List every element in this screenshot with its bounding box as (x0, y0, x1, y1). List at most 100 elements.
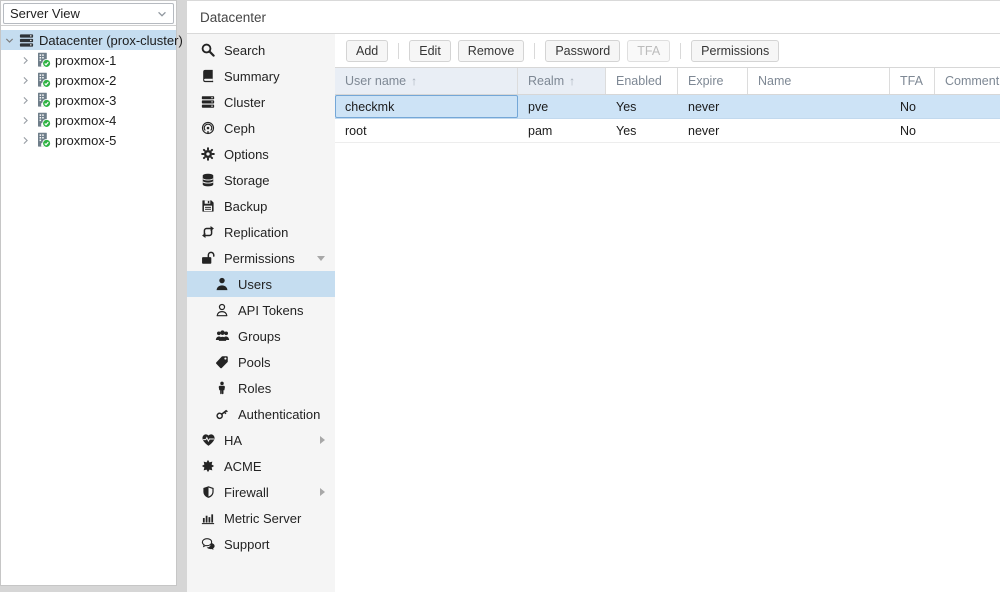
tree-label-node: proxmox-4 (55, 113, 116, 128)
nav-item-metric-server[interactable]: Metric Server (187, 505, 335, 531)
column-header-user-name[interactable]: User name ↑ (335, 68, 518, 94)
nav-item-search[interactable]: Search (187, 37, 335, 63)
panel-splitter[interactable] (177, 0, 187, 592)
add-button[interactable]: Add (346, 40, 388, 62)
node-building-online-icon (34, 92, 51, 108)
sort-asc-icon: ↑ (411, 74, 417, 88)
column-header-comment[interactable]: Comment (935, 68, 1000, 94)
nav-item-ceph[interactable]: Ceph (187, 115, 335, 141)
nav-label: ACME (224, 459, 262, 474)
users-toolbar: Add Edit Remove Password TFA Permissions (335, 34, 1000, 67)
password-button[interactable]: Password (545, 40, 620, 62)
tree-label-datacenter: Datacenter (prox-cluster) (39, 33, 183, 48)
cell-enabled: Yes (606, 119, 678, 142)
chevron-right-icon[interactable] (17, 55, 34, 66)
nav-label: HA (224, 433, 242, 448)
cell-tfa: No (890, 119, 935, 142)
search-icon (200, 42, 216, 58)
cell-comment (935, 119, 1000, 142)
nav-item-api-tokens[interactable]: API Tokens (187, 297, 335, 323)
column-header-realm[interactable]: Realm ↑ (518, 68, 606, 94)
floppy-disk-icon (200, 198, 216, 214)
users-table: User name ↑ Realm ↑ Enabled Expire Name (335, 67, 1000, 592)
nav-label: Options (224, 147, 269, 162)
tree-label-node: proxmox-1 (55, 53, 116, 68)
nav-label: Cluster (224, 95, 265, 110)
remove-button[interactable]: Remove (458, 40, 525, 62)
permissions-button[interactable]: Permissions (691, 40, 779, 62)
nav-label: Groups (238, 329, 281, 344)
datacenter-nav: Search Summary Cluster Ceph (187, 34, 335, 592)
nav-item-roles[interactable]: Roles (187, 375, 335, 401)
cell-expire: never (678, 95, 748, 118)
nav-item-users[interactable]: Users (187, 271, 335, 297)
cell-name (748, 95, 890, 118)
table-row-checkmk[interactable]: checkmk pve Yes never No (335, 95, 1000, 119)
chevron-down-icon[interactable] (1, 35, 18, 46)
toolbar-separator (398, 43, 399, 59)
toolbar-separator (534, 43, 535, 59)
nav-item-replication[interactable]: Replication (187, 219, 335, 245)
nav-item-groups[interactable]: Groups (187, 323, 335, 349)
toolbar-separator (680, 43, 681, 59)
tree-row-node[interactable]: proxmox-2 (1, 70, 176, 90)
chevron-right-icon[interactable] (17, 115, 34, 126)
nav-item-cluster[interactable]: Cluster (187, 89, 335, 115)
column-header-tfa[interactable]: TFA (890, 68, 935, 94)
node-building-online-icon (34, 52, 51, 68)
nav-item-support[interactable]: Support (187, 531, 335, 557)
view-selector-combo[interactable]: Server View (3, 3, 174, 24)
user-icon (214, 276, 230, 292)
tree-row-datacenter[interactable]: Datacenter (prox-cluster) (1, 30, 176, 50)
chevron-right-icon[interactable] (17, 75, 34, 86)
datacenter-panel: Datacenter Search Summary Cluster (187, 0, 1000, 592)
tree-view-header: Server View (1, 1, 176, 26)
unlock-icon (200, 250, 216, 266)
comments-icon (200, 536, 216, 552)
nav-item-storage[interactable]: Storage (187, 167, 335, 193)
tree-label-node: proxmox-3 (55, 93, 116, 108)
page-title: Datacenter (187, 10, 266, 25)
bar-chart-icon (200, 510, 216, 526)
tree-row-node[interactable]: proxmox-4 (1, 110, 176, 130)
users-content: Add Edit Remove Password TFA Permissions… (335, 34, 1000, 592)
nav-label: API Tokens (238, 303, 304, 318)
cell-user-name: root (335, 119, 518, 142)
nav-item-pools[interactable]: Pools (187, 349, 335, 375)
nav-label: Storage (224, 173, 270, 188)
tree-label-node: proxmox-5 (55, 133, 116, 148)
content-title-bar: Datacenter (187, 1, 1000, 34)
column-header-name[interactable]: Name (748, 68, 890, 94)
server-stack-icon (18, 32, 35, 48)
nav-item-firewall[interactable]: Firewall (187, 479, 335, 505)
nav-label: Permissions (224, 251, 295, 266)
view-selector-value: Server View (10, 6, 156, 21)
nav-item-acme[interactable]: ACME (187, 453, 335, 479)
heart-pulse-icon (200, 432, 216, 448)
chevron-right-icon[interactable] (17, 135, 34, 146)
chevron-right-icon[interactable] (17, 95, 34, 106)
nav-item-options[interactable]: Options (187, 141, 335, 167)
book-icon (200, 68, 216, 84)
nav-label: Metric Server (224, 511, 301, 526)
nav-item-ha[interactable]: HA (187, 427, 335, 453)
person-icon (214, 380, 230, 396)
gear-icon (200, 146, 216, 162)
column-header-expire[interactable]: Expire (678, 68, 748, 94)
tree-row-node[interactable]: proxmox-3 (1, 90, 176, 110)
edit-button[interactable]: Edit (409, 40, 451, 62)
tree-row-node[interactable]: proxmox-1 (1, 50, 176, 70)
cell-name (748, 119, 890, 142)
nav-item-permissions[interactable]: Permissions (187, 245, 335, 271)
tag-icon (214, 354, 230, 370)
cell-comment (935, 95, 1000, 118)
nav-item-backup[interactable]: Backup (187, 193, 335, 219)
node-building-online-icon (34, 132, 51, 148)
nav-item-authentication[interactable]: Authentication (187, 401, 335, 427)
nav-item-summary[interactable]: Summary (187, 63, 335, 89)
column-header-enabled[interactable]: Enabled (606, 68, 678, 94)
nav-label: Support (224, 537, 270, 552)
table-row-root[interactable]: root pam Yes never No (335, 119, 1000, 143)
tree-row-node[interactable]: proxmox-5 (1, 130, 176, 150)
user-outline-icon (214, 302, 230, 318)
